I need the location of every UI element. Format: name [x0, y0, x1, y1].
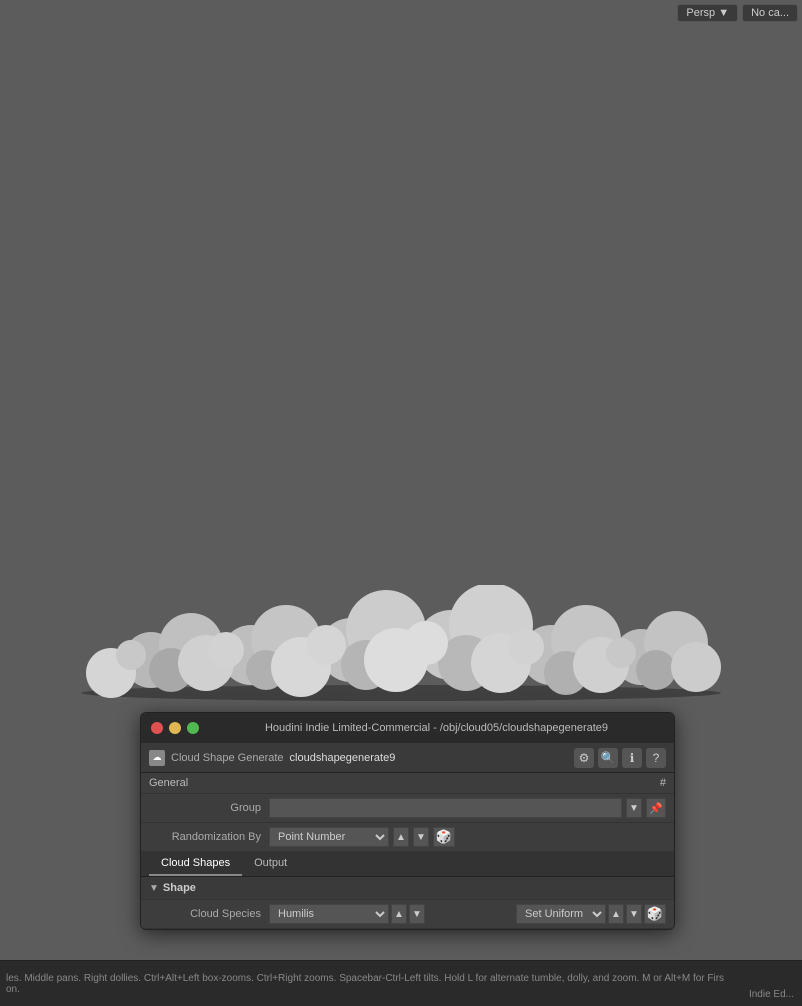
randomization-param-row: Randomization By Point Number Point ID C… — [141, 823, 674, 852]
group-param-row: Group ▼ 📌 — [141, 794, 674, 823]
tab-output[interactable]: Output — [242, 852, 299, 876]
randomization-by-label: Randomization By — [149, 831, 269, 843]
randomization-arrow-down[interactable]: ▼ — [413, 827, 429, 847]
randomization-by-control: Point Number Point ID Custom ▲ ▼ 🎲 — [269, 827, 666, 847]
node-icon: ☁ — [149, 750, 165, 766]
tab-cloud-shapes[interactable]: Cloud Shapes — [149, 852, 242, 876]
cloud-species-dropdown[interactable]: Humilis Mediocris Congestus — [269, 904, 389, 924]
group-label: Group — [149, 802, 269, 814]
panel-content: General # Group ▼ 📌 Randomization By Poi… — [141, 773, 674, 929]
species-arrow-up[interactable]: ▲ — [391, 904, 407, 924]
randomization-by-dropdown[interactable]: Point Number Point ID Custom — [269, 827, 389, 847]
node-type-label: Cloud Shape Generate — [171, 752, 284, 764]
set-uniform-arrow-down[interactable]: ▼ — [626, 904, 642, 924]
group-pin-button[interactable]: 📌 — [646, 798, 666, 818]
perspective-button[interactable]: Persp ▼ — [677, 4, 738, 22]
cloud-3d-scene — [51, 585, 751, 705]
set-uniform-dropdown[interactable]: Set Uniform — [516, 904, 606, 924]
cloud-species-right: Set Uniform ▲ ▼ 🎲 — [516, 904, 666, 924]
minimize-button[interactable] — [169, 722, 181, 734]
search-icon-button[interactable]: 🔍 — [598, 748, 618, 768]
node-name: cloudshapegenerate9 — [290, 752, 568, 764]
title-bar: Houdini Indie Limited-Commercial - /obj/… — [141, 713, 674, 743]
status-line-2: on. — [6, 984, 796, 995]
status-right: Indie Ed... — [749, 989, 794, 1000]
group-control: ▼ 📌 — [269, 798, 666, 818]
cloud-species-dice-icon[interactable]: 🎲 — [644, 904, 666, 924]
status-bar: les. Middle pans. Right dollies. Ctrl+Al… — [0, 960, 802, 1006]
camera-button[interactable]: No ca... — [742, 4, 798, 22]
cloud-species-param-row: Cloud Species Humilis Mediocris Congestu… — [141, 900, 674, 929]
randomization-dice-icon[interactable]: 🎲 — [433, 827, 455, 847]
cloud-species-left: Humilis Mediocris Congestus ▲ ▼ — [269, 904, 425, 924]
maximize-button[interactable] — [187, 722, 199, 734]
cloud-species-label: Cloud Species — [149, 908, 269, 920]
shape-arrow-icon: ▼ — [149, 883, 159, 894]
group-input[interactable] — [269, 798, 622, 818]
shape-section-title: Shape — [163, 882, 196, 894]
general-section-label: General — [149, 777, 188, 789]
randomization-arrow-up[interactable]: ▲ — [393, 827, 409, 847]
group-dropdown-arrow[interactable]: ▼ — [626, 798, 642, 818]
node-header-actions: ⚙ 🔍 ℹ ? — [574, 748, 666, 768]
species-arrow-down[interactable]: ▼ — [409, 904, 425, 924]
houdini-window: Houdini Indie Limited-Commercial - /obj/… — [140, 712, 675, 930]
general-section-right: # — [660, 777, 666, 789]
cloud-scene — [0, 580, 802, 710]
status-line-1: les. Middle pans. Right dollies. Ctrl+Al… — [6, 973, 796, 984]
node-header: ☁ Cloud Shape Generate cloudshapegenerat… — [141, 743, 674, 773]
close-button[interactable] — [151, 722, 163, 734]
help-icon-button[interactable]: ? — [646, 748, 666, 768]
general-section-header: General # — [141, 773, 674, 794]
tab-bar: Cloud Shapes Output — [141, 852, 674, 877]
shape-subsection-header: ▼ Shape — [141, 877, 674, 900]
viewport-controls: Persp ▼ No ca... — [677, 4, 798, 22]
set-uniform-arrow-up[interactable]: ▲ — [608, 904, 624, 924]
viewport: Persp ▼ No ca... — [0, 0, 802, 960]
info-icon-button[interactable]: ℹ — [622, 748, 642, 768]
window-title: Houdini Indie Limited-Commercial - /obj/… — [209, 722, 664, 734]
gear-icon-button[interactable]: ⚙ — [574, 748, 594, 768]
